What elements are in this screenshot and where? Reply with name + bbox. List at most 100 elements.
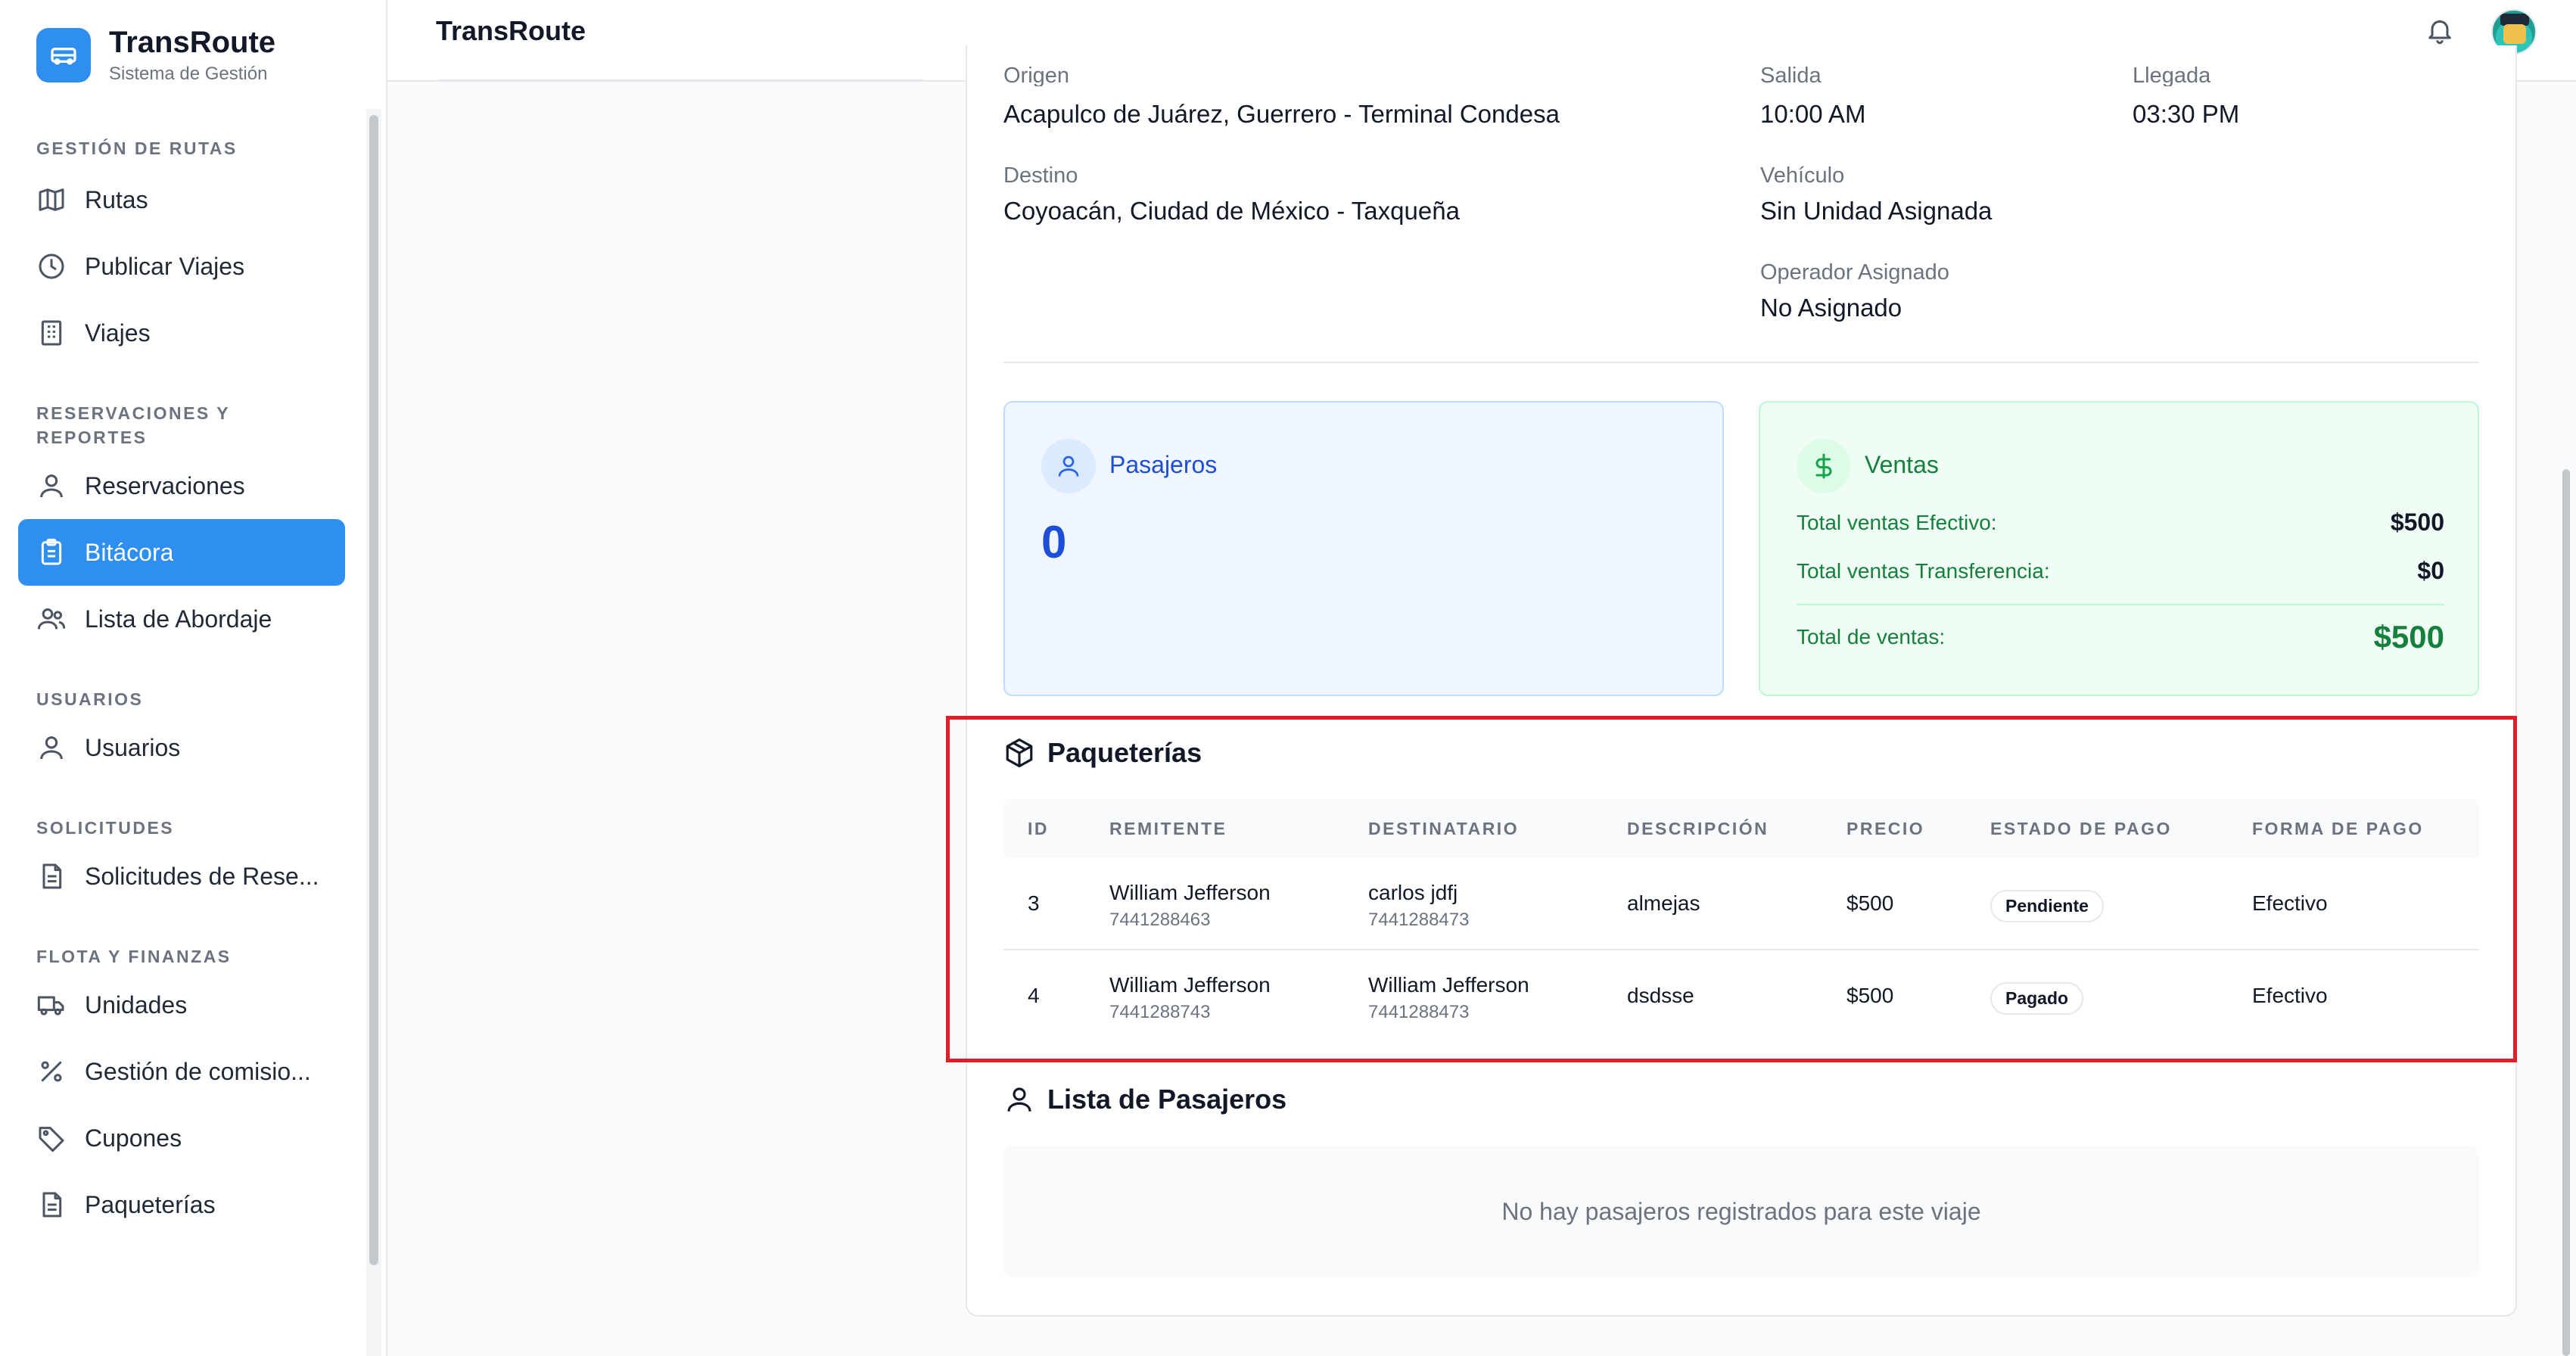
sidebar-item-viajes[interactable]: Viajes [18,300,345,366]
sidebar-item-publicar-viajes[interactable]: Publicar Viajes [18,233,345,300]
bus-logo-icon [36,28,91,82]
tag-icon [39,1127,64,1152]
sales-stat-title: Ventas [1865,451,1939,478]
sidebar-item-cupones[interactable]: Cupones [18,1105,345,1171]
truck-icon [37,996,64,1015]
cell-sender-phone: 7441288463 [1109,910,1211,930]
sidebar-item-label: Rutas [85,185,148,213]
vehicle-value: Sin Unidad Asignada [1760,197,1993,225]
section-solicitudes: SOLICITUDES [36,818,175,838]
col-precio: PRECIO [1846,819,1925,838]
sidebar-item-label: Viajes [85,319,151,347]
destination-value: Coyoacán, Ciudad de México - Taxqueña [1003,197,1460,225]
section-usuarios: USUARIOS [36,689,144,709]
page-scrollbar-thumb[interactable] [2562,469,2570,1356]
building-icon [41,320,62,346]
sidebar-scrollbar-thumb[interactable] [369,115,378,1265]
sidebar-nav: GESTIÓN DE RUTAS Rutas Publicar Viajes V… [18,112,345,1238]
packages-section-title: Paqueterías [1003,737,1202,769]
cell-recipient: carlos jdfj [1368,881,1458,904]
passenger-list-empty-state: No hay pasajeros registrados para este v… [1003,1146,2479,1277]
app-subtitle: Sistema de Gestión [109,64,268,84]
map-icon [39,188,64,211]
sidebar-item-rutas[interactable]: Rutas [18,166,345,233]
cell-sender: William Jefferson [1109,881,1271,904]
section-gestion-rutas: GESTIÓN DE RUTAS [36,138,238,158]
sidebar-item-usuarios[interactable]: Usuarios [18,714,345,781]
sidebar-item-lista-abordaje[interactable]: Lista de Abordaje [18,586,345,652]
cell-recipient: William Jefferson [1368,973,1529,997]
sidebar-item-paqueterias[interactable]: Paqueterías [18,1171,345,1238]
user-icon [1007,1087,1031,1112]
bell-icon[interactable] [2425,15,2455,45]
sidebar-item-comisiones[interactable]: Gestión de comisio... [18,1038,345,1105]
sidebar-item-label: Publicar Viajes [85,252,245,280]
sidebar-item-unidades[interactable]: Unidades [18,972,345,1038]
header-title: TransRoute [436,15,586,46]
sidebar-item-label: Lista de Abordaje [85,605,272,633]
cell-recipient-phone: 7441288473 [1368,910,1470,930]
cell-sender: William Jefferson [1109,973,1271,997]
arrival-value: 03:30 PM [2133,100,2240,128]
sidebar-item-reservaciones[interactable]: Reservaciones [18,453,345,519]
status-badge: Pagado [1990,982,2084,1015]
cell-id: 3 [1028,891,1040,915]
passengers-count: 0 [1041,517,1067,568]
user-icon [1041,439,1096,493]
table-row[interactable]: 3 William Jefferson 7441288463 carlos jd… [1003,858,2479,950]
cell-id: 4 [1028,984,1040,1007]
section-flota-finanzas: FLOTA Y FINANZAS [36,947,232,966]
section-divider [1003,362,2479,363]
col-estado-pago: ESTADO DE PAGO [1990,819,2172,838]
clipboard-icon [41,538,62,565]
col-descripcion: DESCRIPCIÓN [1627,819,1769,838]
table-row[interactable]: 4 William Jefferson 7441288743 William J… [1003,950,2479,1043]
file-icon [42,1192,62,1218]
passenger-list-section-title: Lista de Pasajeros [1003,1084,1286,1115]
cell-payment: Efectivo [2252,984,2328,1007]
vehicle-label: Vehículo [1760,163,1845,188]
passenger-list-title: Lista de Pasajeros [1047,1084,1287,1115]
transfer-sales-value: $0 [2417,557,2444,584]
cell-sender-phone: 7441288743 [1109,1002,1211,1022]
sidebar-item-label: Reservaciones [85,471,245,499]
brand[interactable]: TransRoute Sistema de Gestión [36,24,275,86]
left-panel-edge [439,70,923,82]
cash-sales-label: Total ventas Efectivo: [1797,510,1997,534]
clock-icon [39,253,64,279]
passengers-stat-card: Pasajeros 0 [1003,401,1724,696]
departure-label: Salida [1760,64,1822,86]
origin-label: Origen [1003,64,1070,86]
sidebar-item-bitacora[interactable]: Bitácora [18,519,345,586]
sidebar-item-label: Unidades [85,991,188,1019]
passengers-stat-title: Pasajeros [1109,451,1218,478]
users-icon [37,608,66,630]
packages-table-header: ID REMITENTE DESTINATARIO DESCRIPCIÓN PR… [1003,799,2479,858]
cell-price: $500 [1846,984,1894,1007]
sidebar-item-label: Bitácora [85,538,174,566]
arrival-label: Llegada [2133,64,2211,86]
cell-price: $500 [1846,891,1894,915]
destination-label: Destino [1003,163,1078,188]
sidebar-item-label: Usuarios [85,733,181,761]
percent-icon [41,1061,62,1082]
cell-description: almejas [1627,891,1700,915]
cell-recipient-phone: 7441288473 [1368,1002,1470,1022]
col-destinatario: DESTINATARIO [1368,819,1520,838]
total-sales-label: Total de ventas: [1797,625,1946,648]
user-icon [40,474,63,498]
col-forma-pago: FORMA DE PAGO [2252,819,2424,838]
sales-stat-card: Ventas Total ventas Efectivo: $500 Total… [1759,401,2479,696]
section-reservaciones-reportes: RESERVACIONES Y REPORTES [36,403,230,447]
sidebar-item-label: Solicitudes de Rese... [85,862,319,890]
sidebar-item-solicitudes[interactable]: Solicitudes de Rese... [18,843,345,910]
sidebar: TransRoute Sistema de Gestión GESTIÓN DE… [0,0,387,1356]
cell-payment: Efectivo [2252,891,2328,915]
user-icon [40,736,63,760]
cell-description: dsdsse [1627,984,1694,1007]
packages-title: Paqueterías [1047,737,1202,768]
sidebar-item-label: Gestión de comisio... [85,1057,311,1085]
sales-divider [1797,604,2444,605]
operator-label: Operador Asignado [1760,260,1949,285]
transfer-sales-label: Total ventas Transferencia: [1797,558,2050,583]
